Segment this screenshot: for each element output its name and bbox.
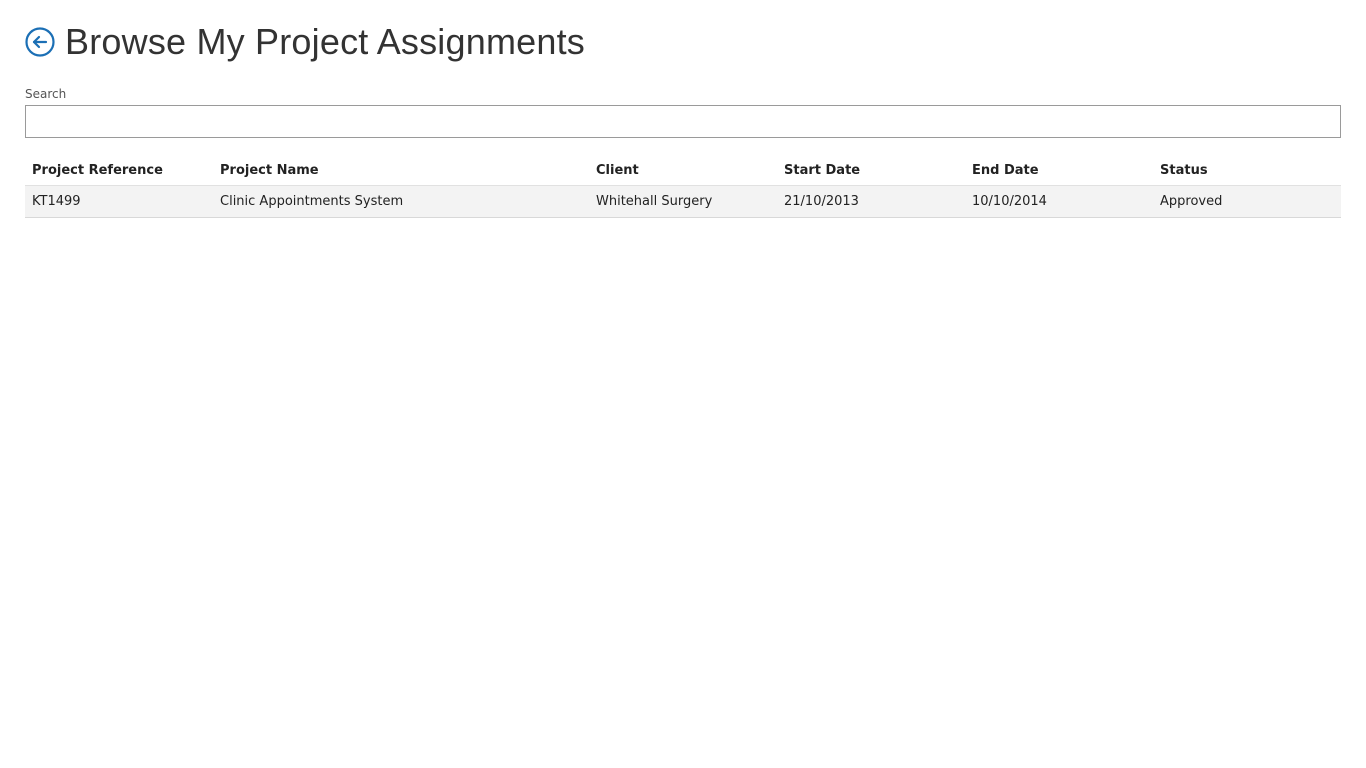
cell-project-name: Clinic Appointments System xyxy=(220,194,404,209)
page-title: Browse My Project Assignments xyxy=(65,21,585,62)
column-header-end-date[interactable]: End Date xyxy=(965,163,1153,178)
column-header-project-reference[interactable]: Project Reference xyxy=(25,163,213,178)
cell-project-reference: KT1499 xyxy=(32,194,81,209)
column-header-status[interactable]: Status xyxy=(1153,163,1341,178)
column-header-client[interactable]: Client xyxy=(589,163,777,178)
search-label: Search xyxy=(25,87,67,101)
cell-status: Approved xyxy=(1160,194,1223,209)
page-header: Browse My Project Assignments xyxy=(25,18,585,66)
circle-arrow-left-icon xyxy=(25,27,55,57)
cell-client: Whitehall Surgery xyxy=(596,194,713,209)
table-header: Project Reference Project Name Client St… xyxy=(25,155,1341,186)
search-section: Search xyxy=(25,86,1341,138)
cell-end-date: 10/10/2014 xyxy=(972,194,1047,209)
column-header-project-name[interactable]: Project Name xyxy=(213,163,589,178)
assignments-table: Project Reference Project Name Client St… xyxy=(25,155,1341,218)
table-row[interactable]: KT1499 Clinic Appointments System Whiteh… xyxy=(25,186,1341,218)
cell-start-date: 21/10/2013 xyxy=(784,194,859,209)
column-header-start-date[interactable]: Start Date xyxy=(777,163,965,178)
search-input[interactable] xyxy=(25,105,1341,138)
back-button[interactable] xyxy=(25,27,55,57)
